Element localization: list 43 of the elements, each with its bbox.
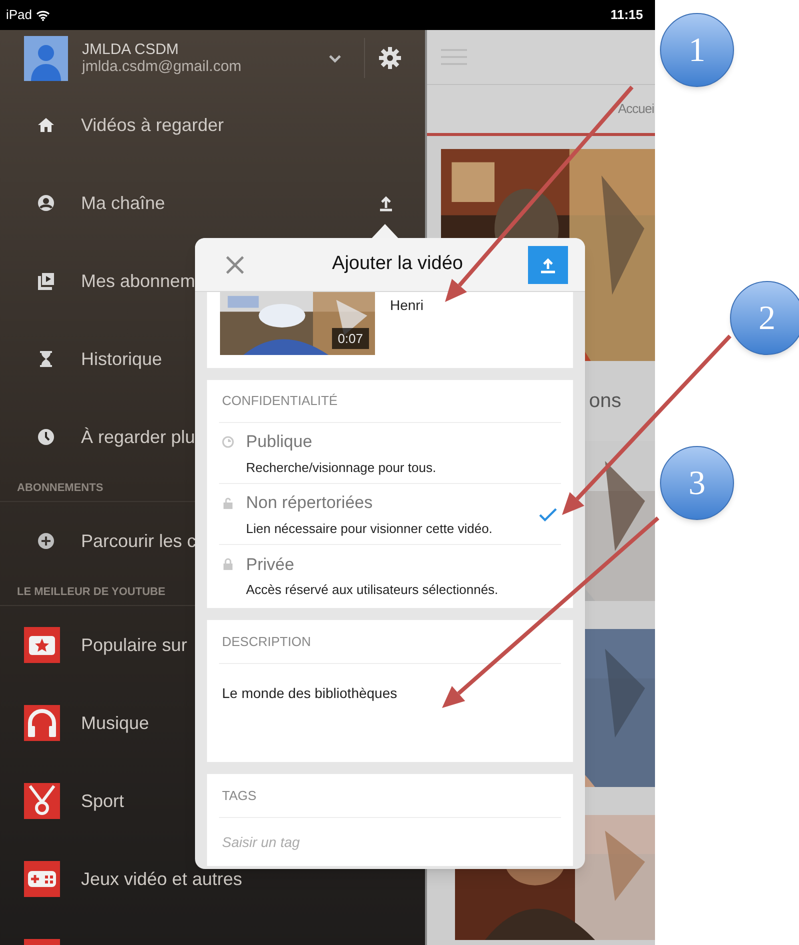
section-header: LE MEILLEUR DE YOUTUBE xyxy=(17,585,166,600)
menu-item[interactable]: Musique xyxy=(81,710,150,736)
menu-item[interactable]: Jeux vidéo et autres xyxy=(81,866,242,892)
duration-label: 0:07 xyxy=(332,328,369,349)
dialog-title: Ajouter la vidéo xyxy=(331,252,464,276)
person-icon xyxy=(37,194,55,212)
home-icon xyxy=(37,116,55,134)
settings-icon[interactable] xyxy=(379,47,401,69)
stacked-squares-icon xyxy=(37,272,55,290)
section-title: ons xyxy=(589,389,622,414)
upload-icon[interactable] xyxy=(377,194,395,212)
padlock-icon xyxy=(222,558,234,570)
callout-number: 2 xyxy=(730,281,799,355)
device-name: iPad xyxy=(6,6,32,24)
star-screen-icon xyxy=(24,627,60,663)
hourglass-icon xyxy=(37,350,55,368)
section-heading: DESCRIPTION xyxy=(219,620,561,664)
callout-number: 1 xyxy=(660,13,734,87)
section-header: ABONNEMENTS xyxy=(17,481,104,496)
clock-icon xyxy=(37,428,55,446)
account-name: JMLDA CSDM xyxy=(82,41,180,58)
avatar-icon[interactable] xyxy=(24,36,68,80)
medal-icon xyxy=(24,783,60,819)
upload-button[interactable] xyxy=(528,246,568,284)
gamepad-icon xyxy=(24,861,60,897)
menu-item[interactable]: Ma chaîne xyxy=(81,190,377,216)
chevron-down-icon[interactable] xyxy=(328,54,342,62)
menu-item[interactable]: Sport xyxy=(81,788,124,814)
unlocked-padlock-icon xyxy=(222,496,234,509)
menu-item[interactable]: Populaire sur xyxy=(81,632,188,658)
close-icon[interactable] xyxy=(225,254,245,274)
upload-icon xyxy=(539,256,557,274)
clock-time: 11:15 xyxy=(610,6,643,24)
plus-circle-icon xyxy=(37,532,55,550)
account-email: jmlda.csdm@gmail.com xyxy=(82,58,242,75)
description-field[interactable]: Le monde des bibliothèques xyxy=(219,683,561,704)
video-title: Henri xyxy=(390,296,424,315)
callout-number: 3 xyxy=(660,446,734,520)
headphones-icon xyxy=(24,705,60,741)
tag-input-field[interactable]: Saisir un tag xyxy=(207,818,573,866)
menu-item[interactable]: Vidéos à regarder xyxy=(81,112,395,138)
wifi-icon xyxy=(36,10,50,20)
globe-icon xyxy=(222,436,234,448)
